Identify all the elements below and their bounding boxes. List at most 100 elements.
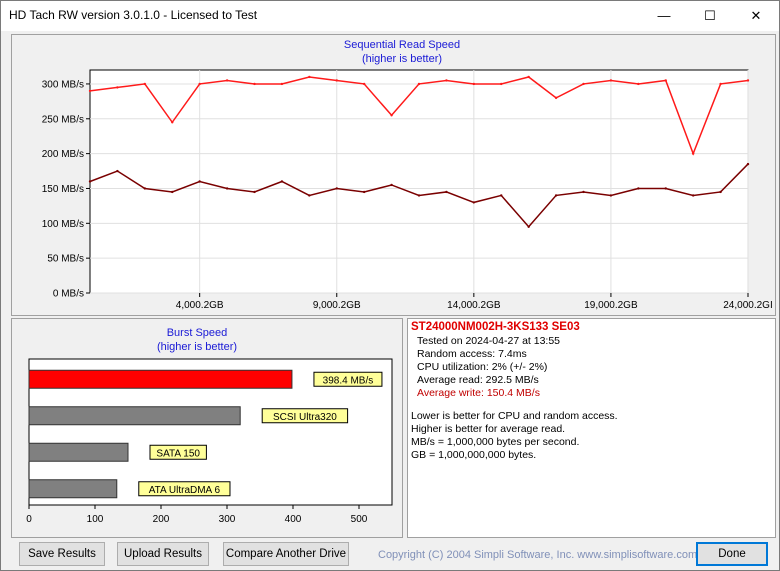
seq-y-tick-label: 150 MB/s (42, 184, 84, 195)
read-speed-point (554, 96, 558, 100)
burst-bar-label: ATA UltraDMA 6 (149, 485, 221, 496)
burst-bar-tested-drive (28, 369, 293, 389)
burst-bar-label: 398.4 MB/s (323, 375, 374, 386)
write-speed-point (308, 194, 311, 197)
write-speed-point (500, 194, 503, 197)
upload-results-button[interactable]: Upload Results (117, 542, 209, 566)
seq-x-tick-label: 4,000.2GB (176, 300, 224, 311)
read-speed-point (527, 75, 530, 79)
seq-y-tick-label: 200 MB/s (42, 149, 84, 160)
note-gb-definition: GB = 1,000,000,000 bytes. (411, 449, 537, 461)
write-speed-point (719, 190, 722, 194)
write-speed-point (116, 169, 119, 173)
copyright-text: Copyright (C) 2004 Simpli Software, Inc.… (378, 549, 698, 561)
read-speed-point (472, 82, 476, 86)
seq-x-tick-label: 24,000.2GI (723, 300, 772, 311)
burst-speed-chart: 398.4 MB/s SCSI Ultra320 SATA 150 ATA Ultra… (26, 358, 393, 525)
burst-x-tick-label: 300 (219, 514, 236, 525)
write-speed-point (390, 183, 393, 187)
write-speed-point (225, 187, 229, 190)
save-results-button[interactable]: Save Results (19, 542, 105, 566)
burst-bar-label: SATA 150 (156, 448, 200, 459)
burst-x-tick-label: 0 (26, 514, 32, 525)
burst-bar-reference (28, 406, 241, 426)
read-speed-point (171, 121, 174, 124)
random-access: Random access: 7.4ms (417, 348, 527, 360)
write-speed-point (280, 180, 284, 183)
burst-bar-reference (28, 442, 129, 462)
burst-bar-label: SCSI Ultra320 (273, 412, 337, 423)
read-speed-point (335, 79, 338, 82)
seq-y-tick-label: 50 MB/s (47, 254, 84, 265)
write-speed-point (527, 225, 530, 228)
seq-y-tick-label: 250 MB/s (42, 114, 84, 125)
read-speed-point (390, 114, 393, 117)
seq-x-tick-label: 14,000.2GB (447, 300, 501, 311)
tested-on: Tested on 2024-04-27 at 13:55 (417, 335, 561, 347)
read-speed-point (746, 79, 750, 82)
write-speed-point (664, 187, 667, 190)
burst-x-tick-label: 500 (351, 514, 368, 525)
read-speed-point (280, 82, 284, 86)
write-speed-point (582, 190, 585, 194)
seq-y-tick-label: 100 MB/s (42, 219, 84, 230)
burst-speed-panel: Burst Speed (higher is better) 398.4 MB/… (11, 318, 403, 538)
minimize-icon[interactable]: — (641, 1, 687, 31)
write-speed-point (335, 187, 338, 190)
burst-x-tick-label: 400 (285, 514, 302, 525)
write-speed-point (746, 162, 750, 166)
read-speed-point (198, 82, 201, 86)
write-speed-point (691, 194, 695, 197)
read-speed-point (308, 75, 311, 79)
write-speed-point (445, 190, 448, 194)
read-speed-point (445, 79, 448, 82)
read-speed-point (417, 82, 421, 86)
sequential-read-panel: Sequential Read Speed (higher is better)… (11, 34, 776, 316)
window-title: HD Tach RW version 3.0.1.0 - Licensed to… (9, 8, 258, 22)
read-speed-point (582, 82, 585, 86)
app-window: HD Tach RW version 3.0.1.0 - Licensed to… (0, 0, 780, 571)
read-speed-point (609, 79, 613, 82)
read-speed-point (253, 82, 256, 86)
results-info-panel: ST24000NM002H-3KS133 SE03 Tested on 2024… (407, 318, 776, 538)
drive-name: ST24000NM002H-3KS133 SE03 (411, 321, 580, 333)
compare-another-drive-button[interactable]: Compare Another Drive (223, 542, 349, 566)
maximize-icon[interactable]: ☐ (687, 1, 733, 31)
write-speed-point (417, 194, 421, 197)
seq-plot-area (89, 69, 749, 294)
sequential-read-chart: 0 MB/s 50 MB/s 100 MB/s 150 MB/s 200 MB/s 250… (42, 69, 773, 311)
done-button[interactable]: Done (696, 542, 768, 566)
read-speed-point (637, 82, 640, 86)
write-speed-point (198, 180, 201, 183)
write-speed-point (253, 190, 256, 194)
write-speed-point (143, 187, 147, 190)
average-read: Average read: 292.5 MB/s (417, 374, 539, 386)
read-speed-point (225, 79, 229, 82)
note-lower-better: Lower is better for CPU and random acces… (411, 410, 618, 422)
read-speed-point (88, 89, 92, 93)
title-bar[interactable]: HD Tach RW version 3.0.1.0 - Licensed to… (1, 1, 779, 31)
write-speed-point (362, 190, 366, 194)
seq-y-tick-label: 0 MB/s (53, 289, 84, 300)
burst-x-tick-label: 100 (87, 514, 104, 525)
seq-y-tick-label: 300 MB/s (42, 79, 84, 90)
write-speed-point (554, 194, 558, 197)
write-speed-point (472, 201, 476, 204)
seq-x-tick-label: 19,000.2GB (584, 300, 638, 311)
seq-x-tick-label: 9,000.2GB (313, 300, 361, 311)
note-higher-better: Higher is better for average read. (411, 423, 566, 435)
burst-bar-reference (28, 479, 118, 499)
read-speed-point (664, 79, 667, 82)
note-mbps-definition: MB/s = 1,000,000 bytes per second. (411, 436, 580, 448)
read-speed-point (362, 82, 366, 86)
burst-x-tick-label: 200 (153, 514, 170, 525)
write-speed-point (609, 194, 613, 197)
read-speed-point (691, 152, 695, 155)
read-speed-point (719, 82, 722, 86)
write-speed-point (637, 187, 640, 190)
read-speed-point (143, 82, 147, 86)
cpu-utilization: CPU utilization: 2% (+/- 2%) (417, 361, 548, 373)
close-icon[interactable]: ✕ (733, 1, 779, 31)
average-write: Average write: 150.4 MB/s (417, 387, 540, 399)
read-speed-point (116, 86, 119, 89)
